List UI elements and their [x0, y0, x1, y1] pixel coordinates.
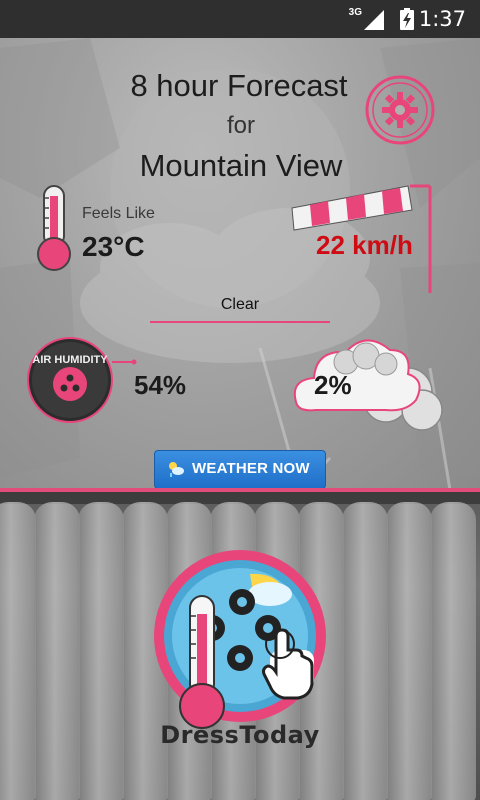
shirt-decoration	[430, 502, 476, 800]
battery-icon	[400, 8, 414, 30]
precipitation-value: 2%	[314, 370, 352, 400]
shirt-decoration	[78, 502, 124, 800]
shirt-decoration	[342, 502, 388, 800]
shirt-decoration	[0, 502, 36, 800]
status-time: 1:37	[418, 7, 466, 31]
temperature-value: 23°C	[82, 231, 145, 262]
network-type: 3G	[348, 7, 362, 18]
feels-like-label: Feels Like	[82, 205, 155, 222]
weather-now-label: WEATHER NOW	[192, 460, 310, 477]
status-bar: 3G 1:37	[0, 0, 480, 38]
thermometer-icon	[37, 185, 71, 271]
shirt-decoration	[34, 502, 80, 800]
settings-gear-icon[interactable]	[364, 74, 436, 146]
wind-speed-value: 22 km/h	[316, 230, 413, 260]
shirt-decoration	[386, 502, 432, 800]
weather-panel: 8 hour Forecast for Mountain View Feels …	[0, 38, 480, 490]
dress-today-logo-icon[interactable]	[150, 546, 330, 746]
humidity-value: 54%	[134, 370, 187, 400]
air-humidity-badge-label: AIR HUMIDITY	[32, 354, 108, 366]
signal-icon	[364, 10, 384, 30]
weather-now-icon	[169, 462, 184, 477]
air-humidity-icon: AIR HUMIDITY	[27, 337, 137, 423]
rain-cloud-icon	[293, 339, 443, 431]
dress-today-panel: DressToday	[0, 492, 480, 800]
app-name[interactable]: DressToday	[0, 721, 480, 749]
weather-condition: Clear	[220, 296, 260, 313]
weather-now-button[interactable]: WEATHER NOW	[154, 450, 326, 489]
